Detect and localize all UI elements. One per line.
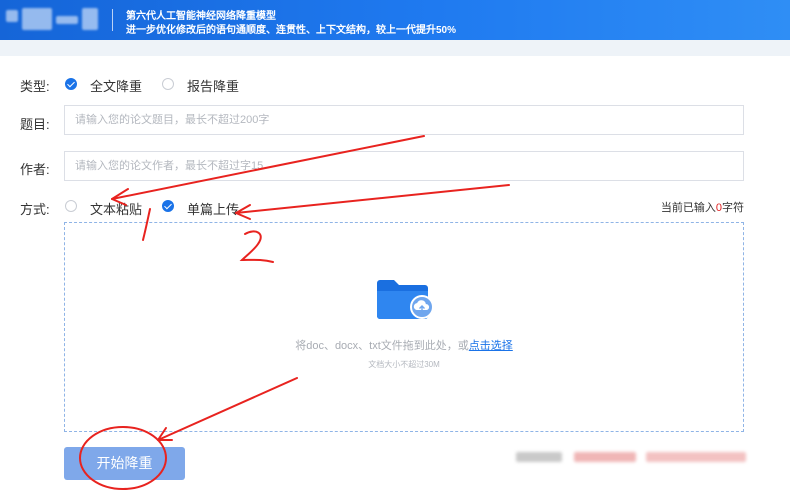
type-option-report-label[interactable]: 报告降重: [187, 76, 239, 95]
mode-label: 方式:: [20, 202, 50, 217]
select-file-link[interactable]: 点击选择: [469, 340, 513, 352]
start-rewrite-button[interactable]: 开始降重: [64, 447, 185, 480]
banner-divider: [112, 9, 113, 31]
type-option-full-label[interactable]: 全文降重: [90, 76, 142, 95]
title-input[interactable]: [64, 105, 744, 135]
author-label: 作者:: [20, 162, 50, 177]
mode-option-upload-label[interactable]: 单篇上传: [187, 199, 239, 218]
redacted-text: [646, 452, 746, 462]
char-counter: 当前已输入0字符: [661, 199, 744, 215]
mode-radio-upload[interactable]: [162, 200, 174, 212]
upload-dropzone[interactable]: 将doc、docx、txt文件拖到此处，或点击选择 文档大小不超过30M: [64, 222, 744, 432]
upload-hint-text: 将doc、docx、txt文件拖到此处，或: [295, 340, 469, 352]
type-radio-full[interactable]: [65, 78, 77, 90]
title-label: 题目:: [20, 117, 50, 132]
redacted-text: [516, 452, 562, 462]
file-size-note: 文档大小不超过30M: [368, 360, 440, 369]
counter-suffix: 字符: [722, 202, 744, 214]
banner-subline: 进一步优化修改后的语句通顺度、连贯性、上下文结构，较上一代提升50%: [126, 25, 457, 36]
author-input[interactable]: [64, 151, 744, 181]
mode-radio-paste[interactable]: [65, 200, 77, 212]
folder-cloud-upload-icon: [377, 280, 433, 319]
logo: [6, 8, 98, 32]
banner-headline: 第六代人工智能神经网络降重模型: [126, 11, 276, 22]
counter-prefix: 当前已输入: [660, 202, 716, 214]
type-radio-report[interactable]: [162, 78, 174, 90]
upload-hint: 将doc、docx、txt文件拖到此处，或点击选择: [65, 337, 743, 353]
mode-option-paste-label[interactable]: 文本粘贴: [90, 199, 142, 218]
type-label: 类型:: [20, 79, 50, 94]
banner-gap: [0, 40, 790, 56]
top-banner: 第六代人工智能神经网络降重模型 进一步优化修改后的语句通顺度、连贯性、上下文结构…: [0, 0, 790, 40]
redacted-text: [574, 452, 636, 462]
